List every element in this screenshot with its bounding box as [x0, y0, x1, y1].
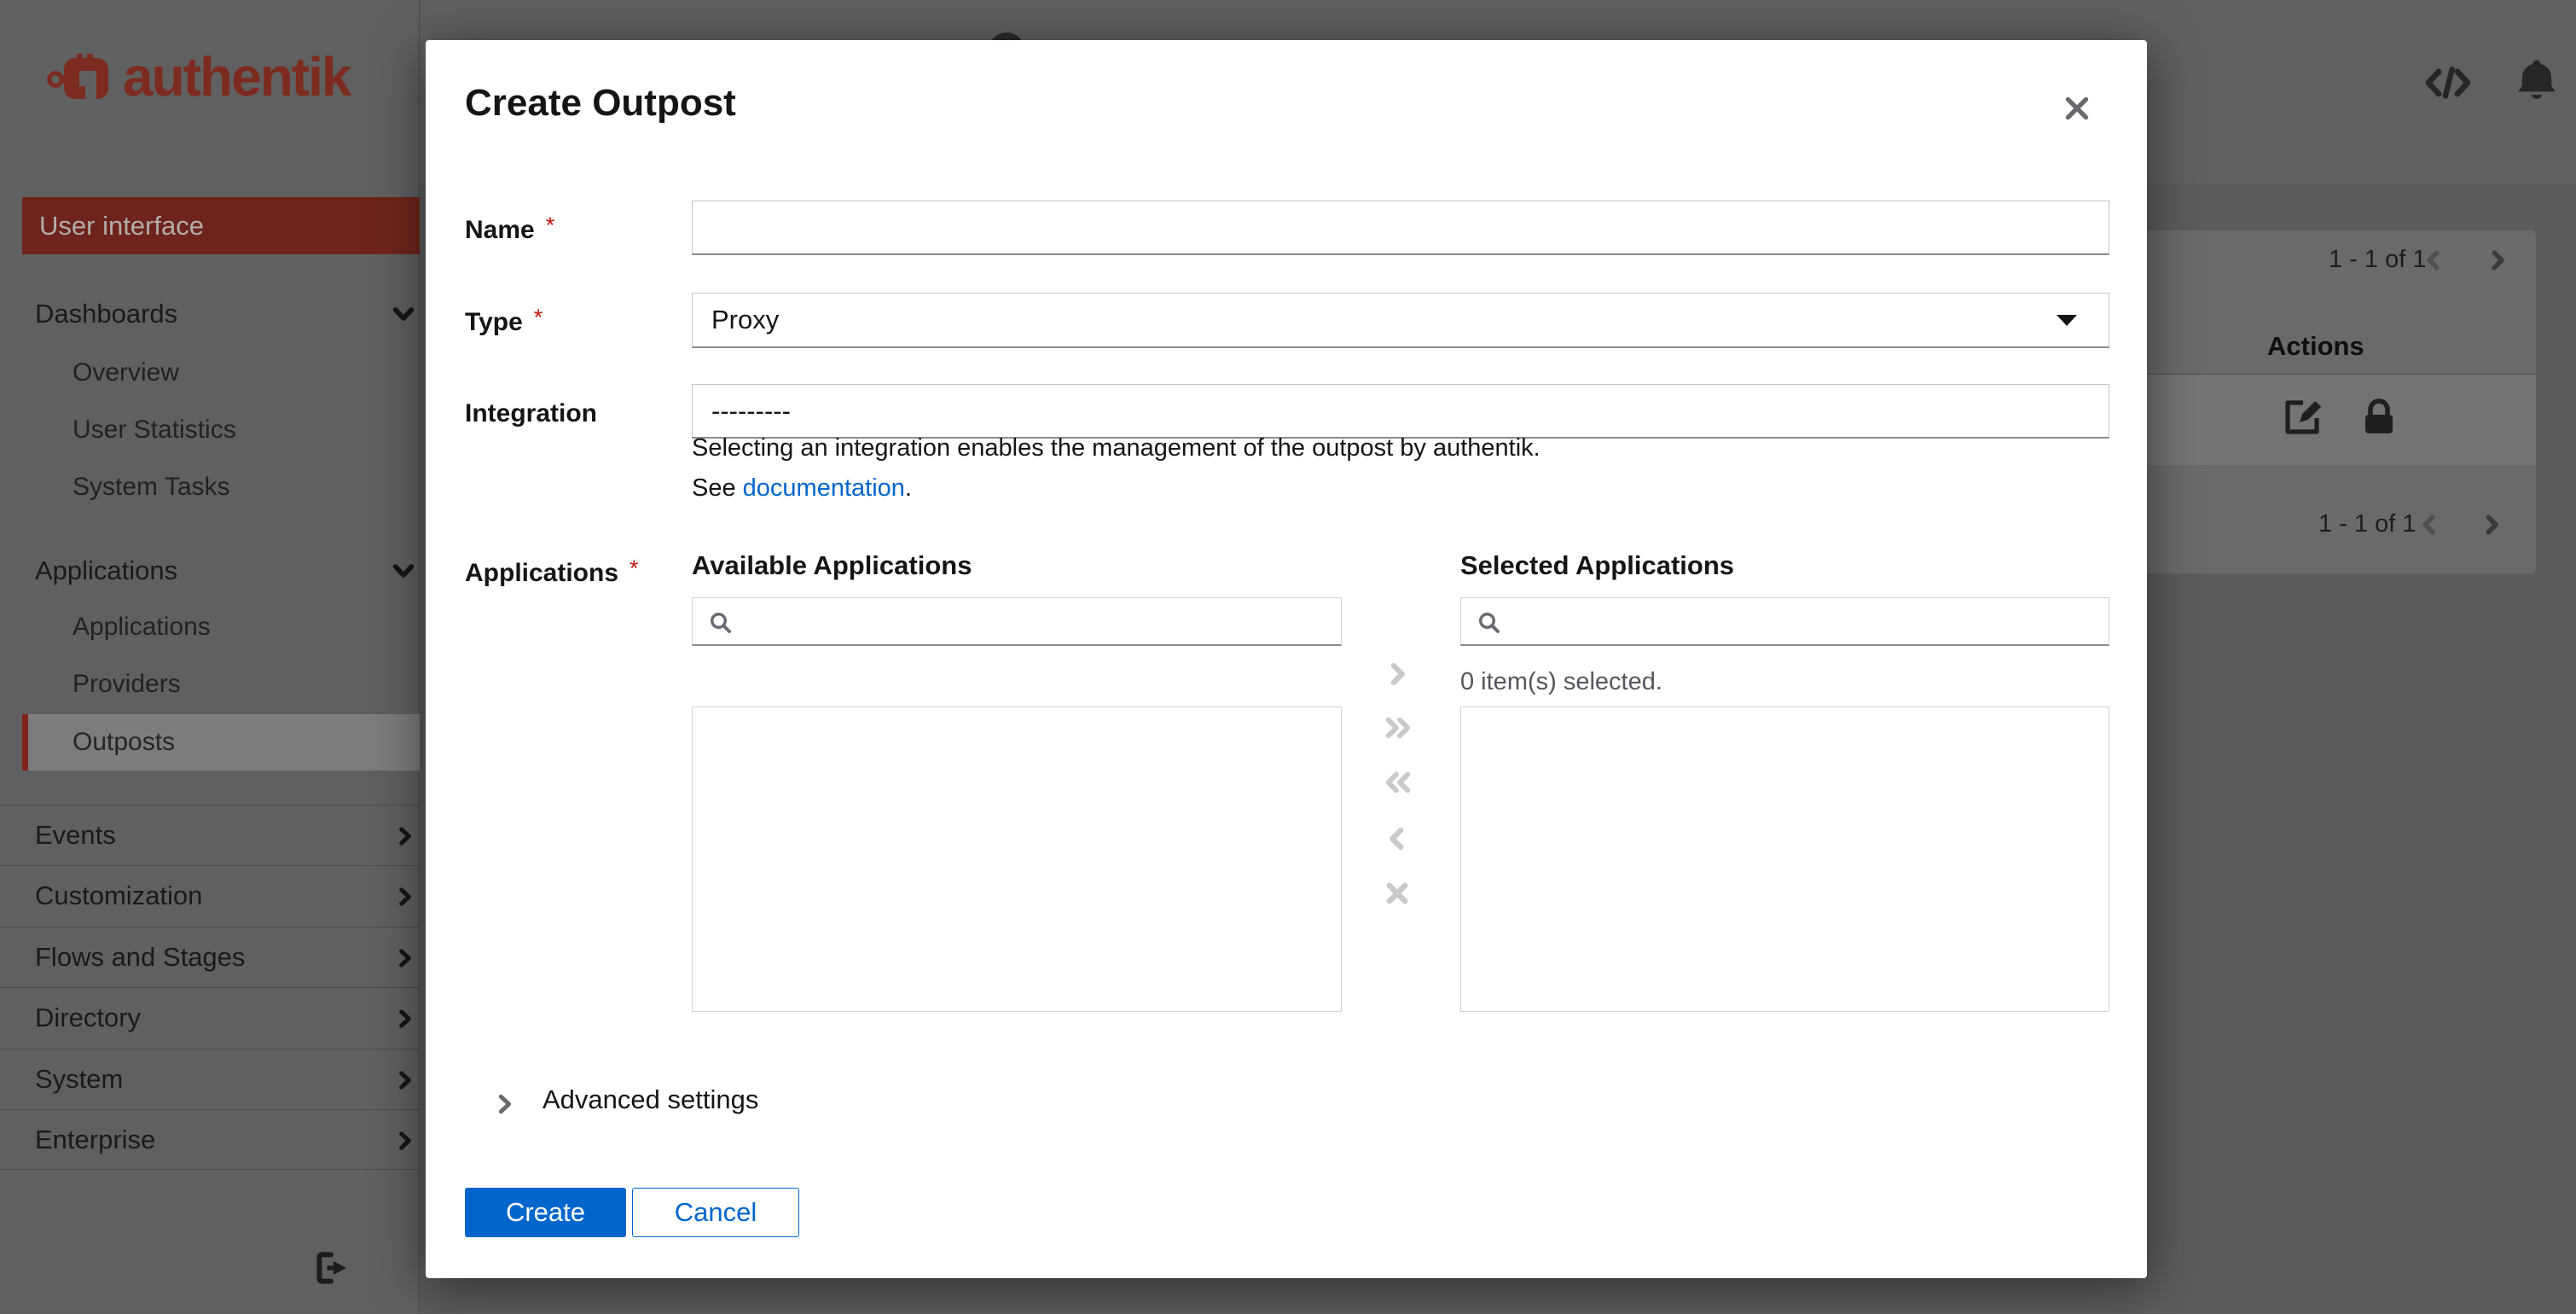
- modal-title: Create Outpost: [465, 82, 736, 124]
- sidebar-item-outposts[interactable]: Outposts: [22, 714, 420, 770]
- type-select-value: Proxy: [711, 305, 780, 334]
- chevron-right-icon: [394, 1007, 416, 1031]
- applications-label: Applications *: [465, 555, 639, 587]
- type-select[interactable]: Proxy: [692, 293, 2109, 348]
- integration-help-doc: See documentation.: [692, 474, 912, 502]
- available-applications-list[interactable]: [692, 706, 1342, 1012]
- chevron-right-icon: [394, 1129, 416, 1153]
- integration-help-text: Selecting an integration enables the man…: [692, 434, 1540, 462]
- chevron-right-icon: [394, 885, 416, 909]
- add-all-icon[interactable]: [1383, 708, 1422, 747]
- authentik-key-icon: [47, 54, 108, 99]
- selected-applications-list[interactable]: [1460, 706, 2109, 1012]
- sidebar-item-user-statistics[interactable]: User Statistics: [0, 413, 420, 447]
- selected-count-text: 0 item(s) selected.: [1460, 668, 1662, 695]
- chevron-down-icon: [391, 558, 416, 584]
- authentik-logo[interactable]: authentik: [46, 46, 351, 108]
- integration-select-value: ---------: [711, 395, 791, 426]
- documentation-link[interactable]: documentation: [743, 474, 905, 502]
- sidebar-item-overview[interactable]: Overview: [0, 356, 420, 390]
- selected-applications-title: Selected Applications: [1460, 550, 1734, 580]
- clear-selection-icon[interactable]: [1383, 874, 1422, 913]
- available-applications-title: Available Applications: [692, 550, 972, 580]
- bell-icon[interactable]: [2517, 58, 2556, 102]
- available-search: [692, 597, 1342, 646]
- integration-label: Integration: [465, 399, 597, 427]
- chevron-right-icon: [394, 1068, 416, 1092]
- pagination-next-icon[interactable]: [2479, 512, 2504, 538]
- code-icon[interactable]: [2425, 61, 2471, 104]
- pagination-next-icon[interactable]: [2485, 247, 2510, 273]
- chevron-right-icon: [394, 946, 416, 970]
- name-input[interactable]: [692, 201, 2109, 255]
- remove-selected-icon[interactable]: [1383, 819, 1422, 858]
- type-label: Type *: [465, 305, 543, 336]
- sidebar-group-directory[interactable]: Directory: [0, 987, 420, 1048]
- create-button[interactable]: Create: [465, 1188, 626, 1237]
- sidebar-group-flows-and-stages[interactable]: Flows and Stages: [0, 927, 420, 987]
- sidebar-item-providers[interactable]: Providers: [0, 667, 420, 701]
- sidebar-group-dashboards[interactable]: Dashboards: [0, 294, 420, 334]
- brand-wordmark: authentik: [123, 46, 351, 108]
- edit-icon[interactable]: [2283, 396, 2324, 437]
- required-asterisk: *: [629, 555, 639, 581]
- name-label: Name *: [465, 212, 555, 244]
- remove-all-icon[interactable]: [1383, 763, 1422, 802]
- cancel-button[interactable]: Cancel: [632, 1188, 799, 1237]
- lock-icon[interactable]: [2361, 398, 2397, 437]
- chevron-down-icon: [391, 301, 416, 327]
- required-asterisk: *: [533, 305, 543, 330]
- screen: 1 - 1 of 1 Actions 1 - 1 of 1 authentik …: [0, 0, 2576, 1314]
- close-icon[interactable]: [2062, 88, 2103, 129]
- chevron-right-icon[interactable]: [493, 1091, 517, 1117]
- sidebar-item-user-interface[interactable]: User interface: [22, 197, 420, 254]
- available-search-input[interactable]: [693, 598, 1341, 644]
- sidebar-group-system[interactable]: System: [0, 1049, 420, 1109]
- actions-column-header: Actions: [2267, 331, 2364, 361]
- sidebar-group-customization[interactable]: Customization: [0, 865, 420, 926]
- sidebar: authentik User interface Dashboards Over…: [0, 0, 420, 1314]
- chevron-right-icon: [394, 824, 416, 848]
- sidebar-item-applications[interactable]: Applications: [0, 610, 420, 644]
- pagination-prev-icon[interactable]: [2421, 247, 2446, 273]
- sidebar-group-enterprise[interactable]: Enterprise: [0, 1109, 420, 1170]
- pagination-prev-icon[interactable]: [2416, 512, 2442, 538]
- selected-search: [1460, 597, 2109, 646]
- sign-out-icon[interactable]: [314, 1251, 351, 1285]
- advanced-settings-toggle[interactable]: Advanced settings: [542, 1084, 758, 1115]
- pagination-bottom-text: 1 - 1 of 1: [2318, 510, 2416, 538]
- integration-select[interactable]: ---------: [692, 384, 2109, 439]
- sidebar-group-events[interactable]: Events: [0, 805, 420, 865]
- add-selected-icon[interactable]: [1383, 654, 1422, 694]
- caret-down-icon: [2056, 313, 2078, 327]
- selected-search-input[interactable]: [1461, 598, 2109, 644]
- pagination-top-text: 1 - 1 of 1: [2329, 246, 2427, 273]
- sidebar-item-system-tasks[interactable]: System Tasks: [0, 470, 420, 504]
- sidebar-group-applications[interactable]: Applications: [0, 551, 420, 590]
- required-asterisk: *: [545, 212, 555, 238]
- create-outpost-modal: Create Outpost Name * Type * Proxy Integra…: [426, 40, 2147, 1278]
